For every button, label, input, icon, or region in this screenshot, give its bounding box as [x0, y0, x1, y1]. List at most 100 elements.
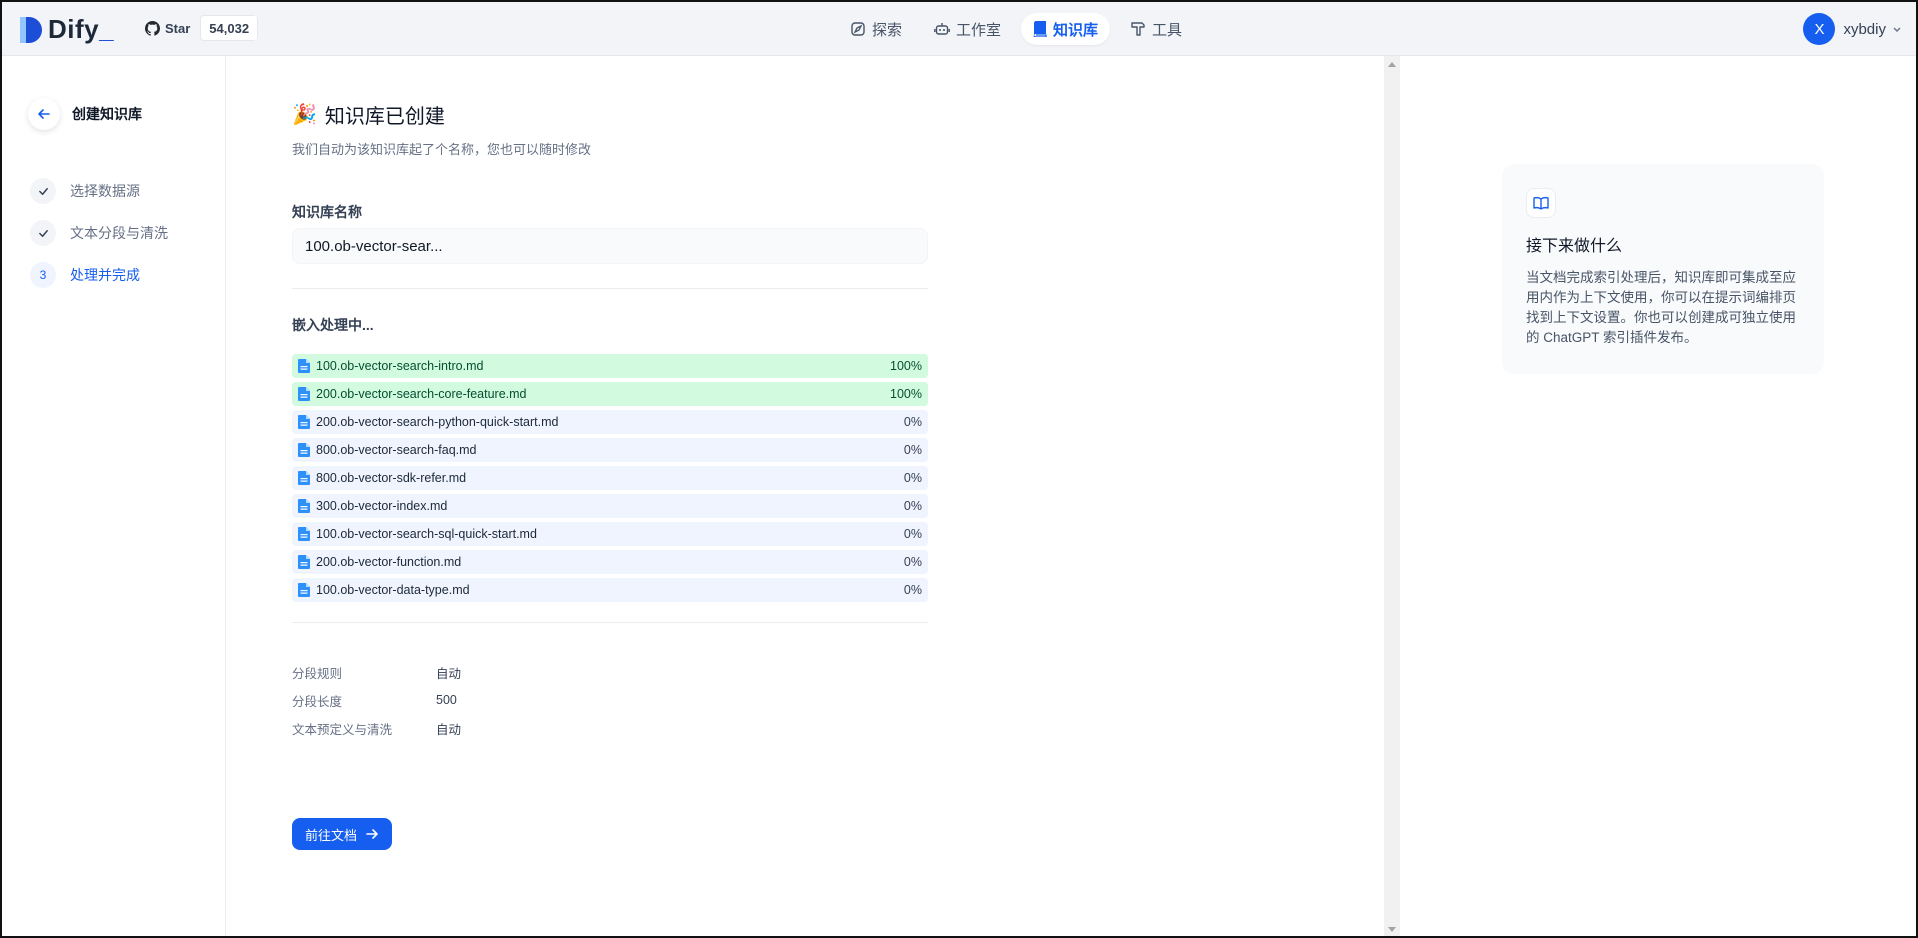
- step-segment-clean: 文本分段与清洗: [30, 220, 168, 246]
- main-scrollbar[interactable]: [1384, 56, 1400, 936]
- dify-logo-mark: [20, 16, 42, 43]
- logo-cursor: _: [99, 14, 115, 44]
- check-icon: [38, 229, 48, 237]
- step-label: 处理并完成: [70, 267, 140, 283]
- back-row: 创建知识库: [28, 98, 142, 130]
- arrow-left-icon: [38, 109, 50, 119]
- main-content: 🎉 知识库已创建 我们自动为该知识库起了个名称，您也可以随时修改 知识库名称 1…: [226, 56, 1386, 936]
- divider: [292, 288, 928, 289]
- rule-row: 分段规则 自动: [292, 658, 461, 686]
- next-steps-card: 接下来做什么 当文档完成索引处理后，知识库即可集成至应用内作为上下文使用，你可以…: [1502, 164, 1824, 374]
- markdown-file-icon: [298, 499, 310, 513]
- check-icon: [38, 187, 48, 195]
- next-steps-title: 接下来做什么: [1526, 238, 1623, 255]
- rule-value: 自动: [436, 666, 462, 681]
- markdown-file-icon: [298, 387, 310, 401]
- title-row: 🎉 知识库已创建: [292, 100, 445, 129]
- logo-text: Dify: [48, 14, 100, 44]
- github-star-label: Star: [165, 20, 191, 36]
- markdown-file-icon: [298, 555, 310, 569]
- arrow-right-icon: [366, 829, 378, 839]
- file-progress-row: 200.ob-vector-search-python-quick-start.…: [292, 410, 928, 434]
- file-progress-list: 100.ob-vector-search-intro.md 100% 200.ob-…: [292, 354, 928, 606]
- nav-tools[interactable]: 工具: [1118, 13, 1194, 45]
- file-name: 200.ob-vector-search-core-feature.md: [316, 387, 527, 401]
- file-name: 100.ob-vector-data-type.md: [316, 583, 470, 597]
- nav-explore-label: 探索: [872, 21, 903, 39]
- nav-knowledge-label: 知识库: [1053, 21, 1099, 39]
- markdown-file-icon: [298, 471, 310, 485]
- github-star-count[interactable]: 54,032: [200, 15, 259, 41]
- scroll-down-arrow[interactable]: [1388, 927, 1396, 932]
- file-progress-row: 100.ob-vector-search-sql-quick-start.md 0…: [292, 522, 928, 546]
- nav-knowledge[interactable]: 知识库: [1021, 13, 1111, 45]
- file-progress-percent: 0%: [903, 527, 922, 541]
- rule-row: 文本预定义与清洗 自动: [292, 714, 461, 742]
- file-progress-percent: 0%: [903, 471, 922, 485]
- next-steps-body: 当文档完成索引处理后，知识库即可集成至应用内作为上下文使用，你可以在提示词编排页…: [1526, 270, 1796, 345]
- dify-logo[interactable]: Dify_: [20, 14, 114, 45]
- markdown-file-icon: [298, 443, 310, 457]
- step-number: 3: [30, 262, 56, 288]
- go-to-documents-label: 前往文档: [305, 827, 358, 843]
- nav-tools-label: 工具: [1152, 21, 1183, 39]
- markdown-file-icon: [298, 527, 310, 541]
- dataset-name-label: 知识库名称: [292, 204, 362, 220]
- file-progress-percent: 0%: [903, 583, 922, 597]
- file-progress-percent: 0%: [903, 443, 922, 457]
- scroll-up-arrow[interactable]: [1388, 62, 1396, 67]
- rule-key: 文本预定义与清洗: [292, 722, 393, 737]
- file-progress-percent: 0%: [903, 499, 922, 513]
- party-popper-icon: 🎉: [292, 104, 317, 126]
- dataset-name-input[interactable]: 100.ob-vector-sear...: [292, 228, 928, 264]
- step-done-indicator: [30, 220, 56, 246]
- book-icon: [1033, 21, 1047, 37]
- github-star-button[interactable]: Star: [139, 15, 196, 41]
- step-label: 文本分段与清洗: [70, 225, 168, 241]
- file-name: 800.ob-vector-sdk-refer.md: [316, 471, 467, 485]
- user-menu[interactable]: X xybdiy: [1803, 13, 1902, 45]
- right-panel: 接下来做什么 当文档完成索引处理后，知识库即可集成至应用内作为上下文使用，你可以…: [1400, 56, 1916, 936]
- file-progress-percent: 100%: [890, 387, 922, 401]
- file-progress-row: 100.ob-vector-search-intro.md 100%: [292, 354, 928, 378]
- file-progress-percent: 0%: [903, 415, 922, 429]
- nav-studio-label: 工作室: [956, 21, 1002, 39]
- file-progress-row: 800.ob-vector-search-faq.md 0%: [292, 438, 928, 462]
- step-label: 选择数据源: [70, 183, 140, 199]
- file-progress-row: 100.ob-vector-data-type.md 0%: [292, 578, 928, 602]
- file-name: 200.ob-vector-search-python-quick-start.…: [316, 415, 559, 429]
- step-process-finish: 3 处理并完成: [30, 262, 140, 288]
- step-done-indicator: [30, 178, 56, 204]
- chevron-down-icon[interactable]: [1892, 24, 1902, 34]
- back-button[interactable]: [28, 98, 60, 130]
- rule-key: 分段长度: [292, 694, 343, 709]
- top-header: Dify_ Star 54,032 探索 工作室 知识库 工具 X xybdiy: [2, 2, 1916, 56]
- file-name: 800.ob-vector-search-faq.md: [316, 443, 477, 457]
- username[interactable]: xybdiy: [1843, 21, 1886, 38]
- github-star-widget[interactable]: Star 54,032: [139, 15, 259, 41]
- rule-value: 自动: [436, 722, 462, 737]
- file-name: 200.ob-vector-function.md: [316, 555, 462, 569]
- file-name: 100.ob-vector-search-intro.md: [316, 359, 484, 373]
- rule-key: 分段规则: [292, 666, 343, 681]
- main-subtitle: 我们自动为该知识库起了个名称，您也可以随时修改: [292, 142, 592, 157]
- avatar[interactable]: X: [1803, 13, 1836, 45]
- book-open-icon: [1526, 188, 1556, 218]
- compass-icon: [851, 22, 865, 36]
- file-name: 300.ob-vector-index.md: [316, 499, 448, 513]
- go-to-documents-button[interactable]: 前往文档: [292, 818, 393, 850]
- robot-icon: [934, 23, 950, 35]
- main-title: 知识库已创建: [324, 106, 445, 128]
- rule-row: 分段长度 500: [292, 686, 461, 714]
- file-progress-percent: 0%: [903, 555, 922, 569]
- nav-explore[interactable]: 探索: [838, 13, 914, 45]
- markdown-file-icon: [298, 583, 310, 597]
- divider: [292, 622, 928, 623]
- main-nav: 探索 工作室 知识库 工具: [838, 13, 1202, 45]
- file-progress-row: 800.ob-vector-sdk-refer.md 0%: [292, 466, 928, 490]
- nav-studio[interactable]: 工作室: [922, 13, 1013, 45]
- markdown-file-icon: [298, 359, 310, 373]
- steps-sidebar: 创建知识库 选择数据源 文本分段与清洗 3 处理并完成: [2, 56, 226, 936]
- embedding-status-title: 嵌入处理中...: [292, 317, 374, 333]
- file-progress-row: 300.ob-vector-index.md 0%: [292, 494, 928, 518]
